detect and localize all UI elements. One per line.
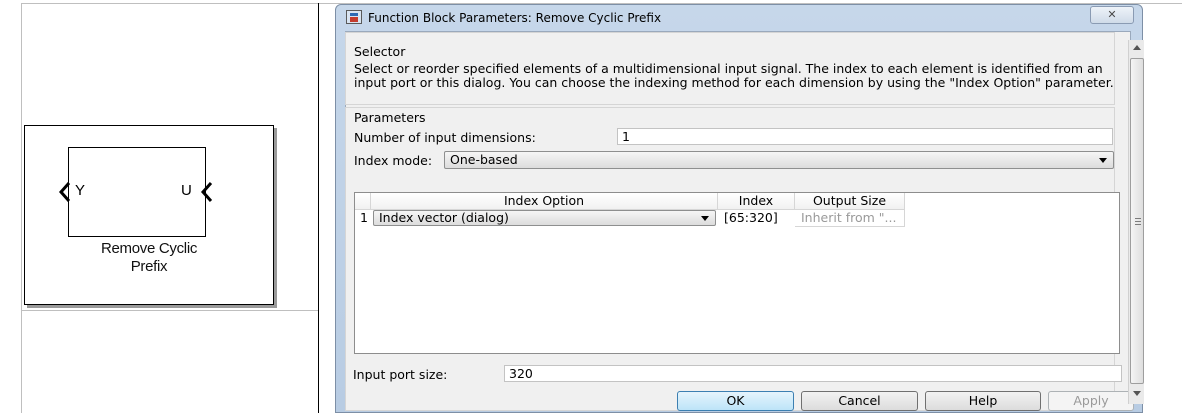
dialog-title: Function Block Parameters: Remove Cyclic…: [368, 11, 662, 25]
index-option-value: Index vector (dialog): [379, 210, 509, 225]
chevron-down-icon: [1099, 158, 1107, 163]
apply-button[interactable]: Apply: [1048, 391, 1134, 411]
table-row-divider: [21, 310, 319, 311]
index-cell[interactable]: [65:320]: [724, 210, 778, 227]
scrollbar-thumb[interactable]: [1130, 58, 1144, 384]
output-size-cell-border: [795, 210, 905, 227]
index-mode-label: Index mode:: [354, 153, 433, 168]
column-header-empty: [905, 193, 1119, 210]
ok-button[interactable]: OK: [677, 391, 794, 411]
block-parameters-dialog: Function Block Parameters: Remove Cyclic…: [335, 4, 1143, 413]
selector-title: Selector: [354, 44, 406, 59]
input-port-label: Y: [75, 182, 86, 199]
output-port-label: U: [181, 182, 192, 199]
parameters-title: Parameters: [354, 110, 426, 125]
block-name-line2: Prefix: [130, 258, 168, 275]
column-header-index-option[interactable]: Index Option: [371, 193, 718, 210]
column-header-index[interactable]: Index: [718, 193, 795, 210]
cancel-button[interactable]: Cancel: [801, 391, 918, 411]
grip-line: [1135, 224, 1141, 225]
scroll-up-arrow-icon[interactable]: [1133, 45, 1141, 50]
scroll-down-arrow-icon[interactable]: [1133, 391, 1141, 396]
port-size-input[interactable]: 320: [504, 365, 1122, 382]
column-header-output-size[interactable]: Output Size: [795, 193, 905, 210]
vertical-scrollbar[interactable]: [1128, 40, 1144, 404]
table-column-divider: [318, 3, 319, 413]
input-port-arrow-icon: [58, 182, 71, 202]
port-size-label: Input port size:: [353, 367, 448, 382]
num-dims-label: Number of input dimensions:: [354, 130, 536, 145]
title-bar[interactable]: Function Block Parameters: Remove Cyclic…: [336, 5, 1142, 31]
simulink-icon: [346, 10, 362, 24]
index-mode-value: One-based: [450, 152, 518, 167]
block-name-label: Remove Cyclic Prefix: [24, 240, 274, 276]
row-number-header: [355, 193, 371, 210]
help-button[interactable]: Help: [925, 391, 1041, 411]
close-button[interactable]: ✕: [1090, 6, 1134, 24]
grip-line: [1135, 221, 1141, 222]
row-number: 1: [360, 210, 368, 225]
chevron-down-icon: [701, 216, 709, 221]
description-text: Select or reorder specified elements of …: [354, 61, 1114, 90]
block-name-line1: Remove Cyclic: [100, 240, 198, 257]
index-mode-select[interactable]: One-based: [444, 151, 1114, 169]
index-option-select[interactable]: Index vector (dialog): [373, 210, 716, 226]
index-table: Index Option Index Output Size 1 Index v…: [354, 192, 1120, 354]
grip-line: [1135, 218, 1141, 219]
output-port-arrow-icon: [200, 182, 213, 202]
num-dims-input[interactable]: 1: [617, 128, 1113, 145]
